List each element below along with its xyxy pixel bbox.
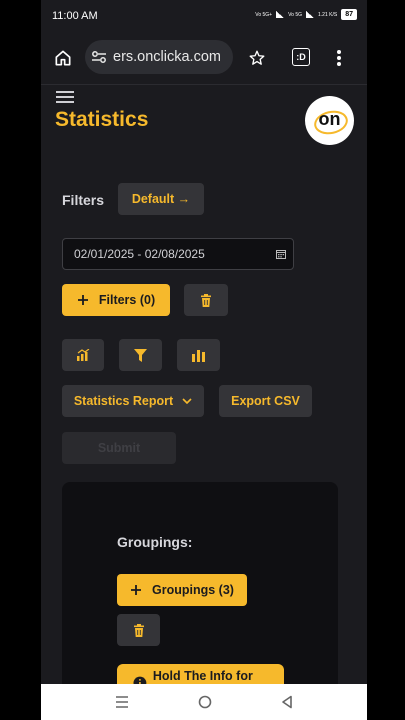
signal-1: Vo 5G+ [255, 11, 273, 18]
recents-icon[interactable] [115, 696, 129, 708]
brand-logo[interactable]: on [305, 96, 354, 145]
star-icon[interactable] [246, 47, 268, 69]
funnel-icon [134, 348, 147, 362]
page-content: Statistics on Filters Default → 02/01/20… [41, 85, 367, 702]
filters-label: Filters [62, 192, 105, 208]
net-speed: 1.21 K/S [318, 11, 338, 18]
trash-icon [133, 623, 144, 637]
phone-screen: 11:00 AM Vo 5G+ Vo 5G 1.21 K/S 87 ers.on… [41, 0, 367, 720]
date-range-input[interactable]: 02/01/2025 - 02/08/2025 [62, 238, 294, 270]
report-select[interactable]: Statistics Report [62, 385, 204, 417]
back-icon[interactable] [281, 695, 293, 709]
battery-icon: 87 [341, 9, 357, 20]
url-text: ers.onclicka.com [113, 49, 221, 65]
chart-icon [76, 349, 89, 361]
groupings-panel: Groupings: Groupings (3) Hold The Info f… [62, 482, 338, 702]
clear-filters-button[interactable] [184, 284, 228, 316]
signal-bars-icon [276, 11, 285, 18]
browser-toolbar: ers.onclicka.com :D [41, 32, 367, 85]
calendar-icon[interactable] [276, 249, 286, 259]
system-nav-bar [41, 684, 367, 720]
groupings-label: Groupings: [117, 534, 193, 550]
submit-button[interactable]: Submit [62, 432, 176, 464]
export-csv-button[interactable]: Export CSV [219, 385, 312, 417]
clear-groupings-button[interactable] [117, 614, 160, 646]
signal-2: Vo 5G [288, 11, 303, 18]
status-time: 11:00 AM [52, 10, 98, 22]
plus-icon [131, 585, 142, 595]
bar-view-button[interactable] [177, 339, 220, 371]
filter-view-button[interactable] [119, 339, 162, 371]
trash-icon [201, 293, 211, 307]
status-bar: 11:00 AM Vo 5G+ Vo 5G 1.21 K/S 87 [41, 0, 367, 32]
more-vert-icon[interactable] [336, 47, 342, 69]
default-button[interactable]: Default → [118, 183, 204, 215]
date-range-value: 02/01/2025 - 02/08/2025 [74, 247, 205, 261]
chart-view-button[interactable] [62, 339, 104, 371]
tune-icon[interactable] [85, 50, 113, 64]
page-title: Statistics [55, 108, 149, 131]
address-bar[interactable]: ers.onclicka.com [85, 40, 233, 74]
status-icons: Vo 5G+ Vo 5G 1.21 K/S 87 [255, 9, 357, 20]
home-icon[interactable] [52, 47, 74, 69]
groupings-button[interactable]: Groupings (3) [117, 574, 247, 606]
chevron-down-icon [182, 398, 192, 404]
home-nav-icon[interactable] [198, 695, 212, 709]
filters-button[interactable]: Filters (0) [62, 284, 170, 316]
plus-icon [77, 295, 88, 305]
signal-bars-icon [306, 11, 315, 18]
tab-switcher[interactable]: :D [292, 48, 310, 66]
menu-icon[interactable] [56, 91, 74, 105]
bar-chart-icon [192, 349, 205, 362]
